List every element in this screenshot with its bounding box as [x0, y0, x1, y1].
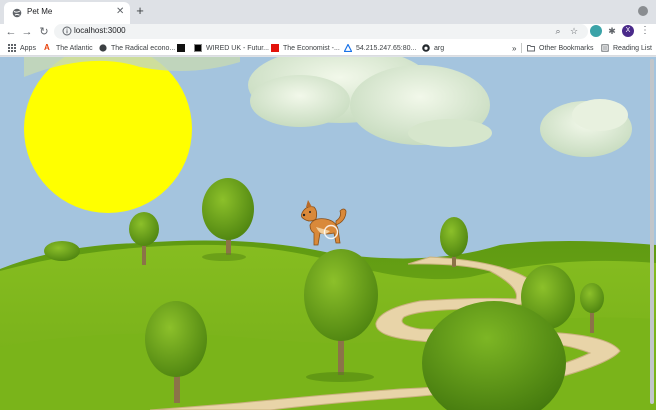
bookmark-label: WIRED UK - Futur...: [206, 44, 270, 52]
wired-icon: [194, 44, 202, 52]
scene-canvas[interactable]: [0, 57, 656, 410]
globe-icon: [99, 44, 107, 52]
puzzle-icon[interactable]: ✱: [606, 25, 618, 37]
bookmark-economist[interactable]: The Economist -...: [271, 42, 340, 54]
extension-icon[interactable]: [590, 25, 602, 37]
bookmark-unnamed[interactable]: [177, 42, 189, 54]
tab-strip: Pet Me ✕ +: [0, 0, 656, 24]
bookmark-arg[interactable]: arg: [422, 42, 444, 54]
tab-pet-me[interactable]: Pet Me ✕: [4, 2, 130, 24]
bookmark-label: Other Bookmarks: [539, 44, 594, 52]
apps-grid-icon: [8, 44, 16, 52]
more-menu-icon[interactable]: ⋮: [640, 25, 650, 37]
bookmark-label: The Atlantic: [56, 44, 93, 52]
info-icon[interactable]: [62, 26, 72, 36]
globe-icon: [12, 8, 22, 18]
github-icon: [422, 44, 430, 52]
bookmark-label: Apps: [20, 44, 36, 52]
bookmark-label: The Economist -...: [283, 44, 340, 52]
bookmark-label: The Radical econo...: [111, 44, 176, 52]
bookmark-ip-address[interactable]: 54.215.247.65:80...: [344, 42, 416, 54]
economist-icon: [271, 44, 279, 52]
bookmark-reading-list[interactable]: Reading List: [601, 42, 652, 54]
bookmark-the-atlantic[interactable]: A The Atlantic: [44, 42, 93, 54]
black-square-icon: [177, 44, 185, 52]
bookmark-label: 54.215.247.65:80...: [356, 44, 417, 52]
url-text[interactable]: localhost:3000: [74, 26, 126, 35]
chevron-right-icon[interactable]: »: [512, 42, 516, 54]
folder-icon: [527, 45, 535, 52]
scrollbar[interactable]: [650, 59, 654, 404]
tab-title: Pet Me: [27, 7, 53, 16]
tree-left-edge[interactable]: [44, 241, 80, 261]
bookmarks-bar: Apps A The Atlantic The Radical econo...…: [0, 40, 656, 56]
bookmark-wired[interactable]: WIRED UK - Futur...: [194, 42, 269, 54]
avatar[interactable]: X: [622, 25, 634, 37]
divider: [521, 43, 522, 53]
bookmark-radical-economist[interactable]: The Radical econo...: [99, 42, 175, 54]
page-content: [0, 57, 656, 410]
arrow-right-icon[interactable]: →: [20, 25, 34, 39]
star-icon[interactable]: ☆: [568, 25, 580, 37]
bookmark-label: Reading List: [613, 44, 652, 52]
toolbar: ← → ↻ localhost:3000 ⌕ ☆ ✱ X ⋮: [0, 24, 656, 40]
triangle-icon: [344, 44, 352, 52]
bookmark-other-bookmarks[interactable]: Other Bookmarks: [527, 42, 593, 54]
window-control-icon[interactable]: [638, 6, 648, 16]
bookmark-label: arg: [434, 44, 445, 52]
browser-window: Pet Me ✕ + ← → ↻ localhost:3000 ⌕ ☆ ✱ X …: [0, 0, 656, 410]
reload-icon[interactable]: ↻: [37, 25, 51, 39]
plus-icon[interactable]: +: [133, 4, 147, 18]
atlantic-a-icon: A: [44, 43, 50, 52]
bookmark-apps[interactable]: Apps: [8, 42, 36, 54]
arrow-left-icon[interactable]: ←: [4, 25, 18, 39]
close-icon[interactable]: ✕: [116, 6, 124, 18]
address-bar[interactable]: localhost:3000 ⌕ ☆: [54, 24, 588, 39]
reading-list-icon: [601, 44, 609, 52]
zoom-search-icon[interactable]: ⌕: [552, 25, 564, 37]
